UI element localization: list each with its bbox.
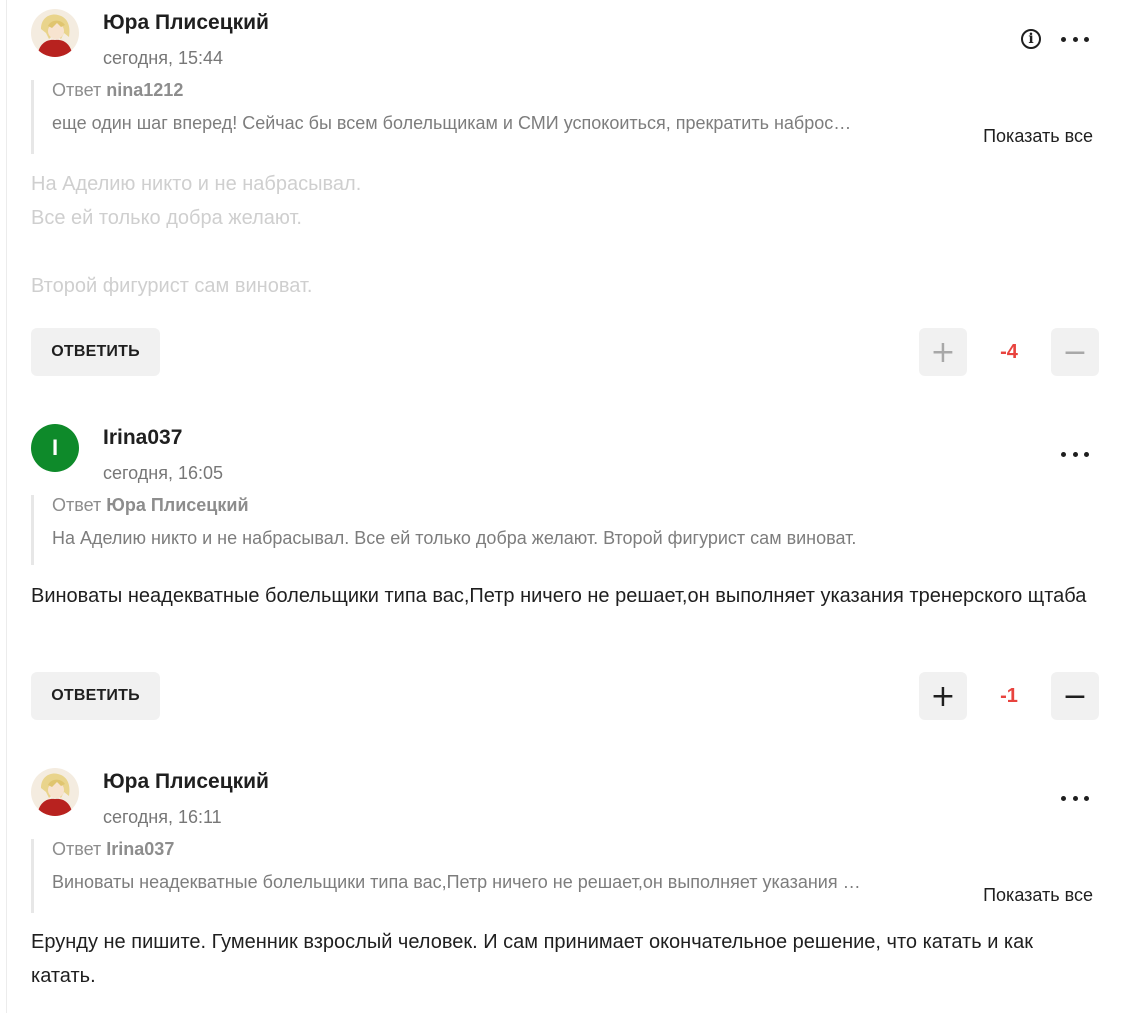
author-name[interactable]: Юра Плисецкий [103, 770, 269, 794]
reply-quote: Ответ Irina037 Виноваты неадекватные бол… [31, 839, 1093, 913]
show-all-link[interactable]: Показать все [983, 885, 1093, 906]
author-name[interactable]: Irina037 [103, 426, 182, 450]
body-line: Все ей только добра желают. [31, 207, 302, 229]
plus-icon[interactable]: + [919, 672, 967, 720]
comment-body: На Аделию никто и не набрасывал. Все ей … [31, 167, 1099, 303]
quote-author[interactable]: nina1212 [106, 80, 183, 100]
body-line: Второй фигурист сам виноват. [31, 275, 313, 297]
more-icon[interactable] [1061, 788, 1089, 808]
quote-header: Ответ Юра Плисецкий [52, 495, 1093, 516]
info-icon[interactable]: i [1021, 29, 1041, 49]
show-all-link[interactable]: Показать все [983, 126, 1093, 147]
comment: I Irina037 сегодня, 16:05 Ответ Юра Плис… [31, 424, 1099, 724]
comment: Юра Плисецкий сегодня, 16:11 Ответ Irina… [31, 768, 1099, 1008]
avatar[interactable]: I [31, 424, 79, 472]
reply-quote: Ответ Юра Плисецкий На Аделию никто и не… [31, 495, 1093, 565]
minus-icon[interactable]: − [1051, 672, 1099, 720]
header-actions: i [1021, 29, 1089, 49]
quote-text: еще один шаг вперед! Сейчас бы всем боле… [52, 113, 852, 133]
quote-header: Ответ nina1212 [52, 80, 1093, 101]
comment-time: сегодня, 16:11 [103, 807, 222, 827]
comment-body: Ерунду не пишите. Гуменник взрослый чело… [31, 931, 1033, 987]
minus-icon[interactable]: − [1051, 328, 1099, 376]
vote-score: -4 [1000, 340, 1018, 363]
vote-widget: + -4 − [919, 328, 1099, 376]
anime-avatar-icon [31, 768, 79, 816]
header-actions [1061, 788, 1089, 808]
reply-button[interactable]: ОТВЕТИТЬ [31, 328, 160, 376]
thread-rule [6, 0, 7, 1013]
body-line [31, 235, 1099, 269]
quote-header: Ответ Irina037 [52, 839, 1093, 860]
vote-widget: + -1 − [919, 672, 1099, 720]
author-name[interactable]: Юра Плисецкий [103, 11, 269, 35]
body-line: На Аделию никто и не набрасывал. [31, 173, 362, 195]
reply-quote: Ответ nina1212 еще один шаг вперед! Сейч… [31, 80, 1093, 154]
quote-text: На Аделию никто и не набрасывал. Все ей … [52, 528, 857, 548]
quote-author[interactable]: Юра Плисецкий [106, 495, 248, 515]
more-icon[interactable] [1061, 29, 1089, 49]
vote-score: -1 [1000, 684, 1018, 707]
quote-author[interactable]: Irina037 [106, 839, 174, 859]
comment-time: сегодня, 16:05 [103, 463, 224, 483]
comment-time: сегодня, 15:44 [103, 48, 224, 68]
more-icon[interactable] [1061, 444, 1089, 464]
quote-text: Виноваты неадекватные болельщики типа ва… [52, 872, 861, 892]
avatar[interactable] [31, 768, 79, 816]
avatar[interactable] [31, 9, 79, 57]
quote-prefix: Ответ [52, 495, 102, 515]
comment: Юра Плисецкий сегодня, 15:44 i Ответ nin… [31, 9, 1099, 379]
quote-prefix: Ответ [52, 80, 102, 100]
comment-body: Виноваты неадекватные болельщики типа ва… [31, 585, 1087, 607]
header-actions [1061, 444, 1089, 464]
anime-avatar-icon [31, 9, 79, 57]
quote-prefix: Ответ [52, 839, 102, 859]
reply-button[interactable]: ОТВЕТИТЬ [31, 672, 160, 720]
plus-icon[interactable]: + [919, 328, 967, 376]
